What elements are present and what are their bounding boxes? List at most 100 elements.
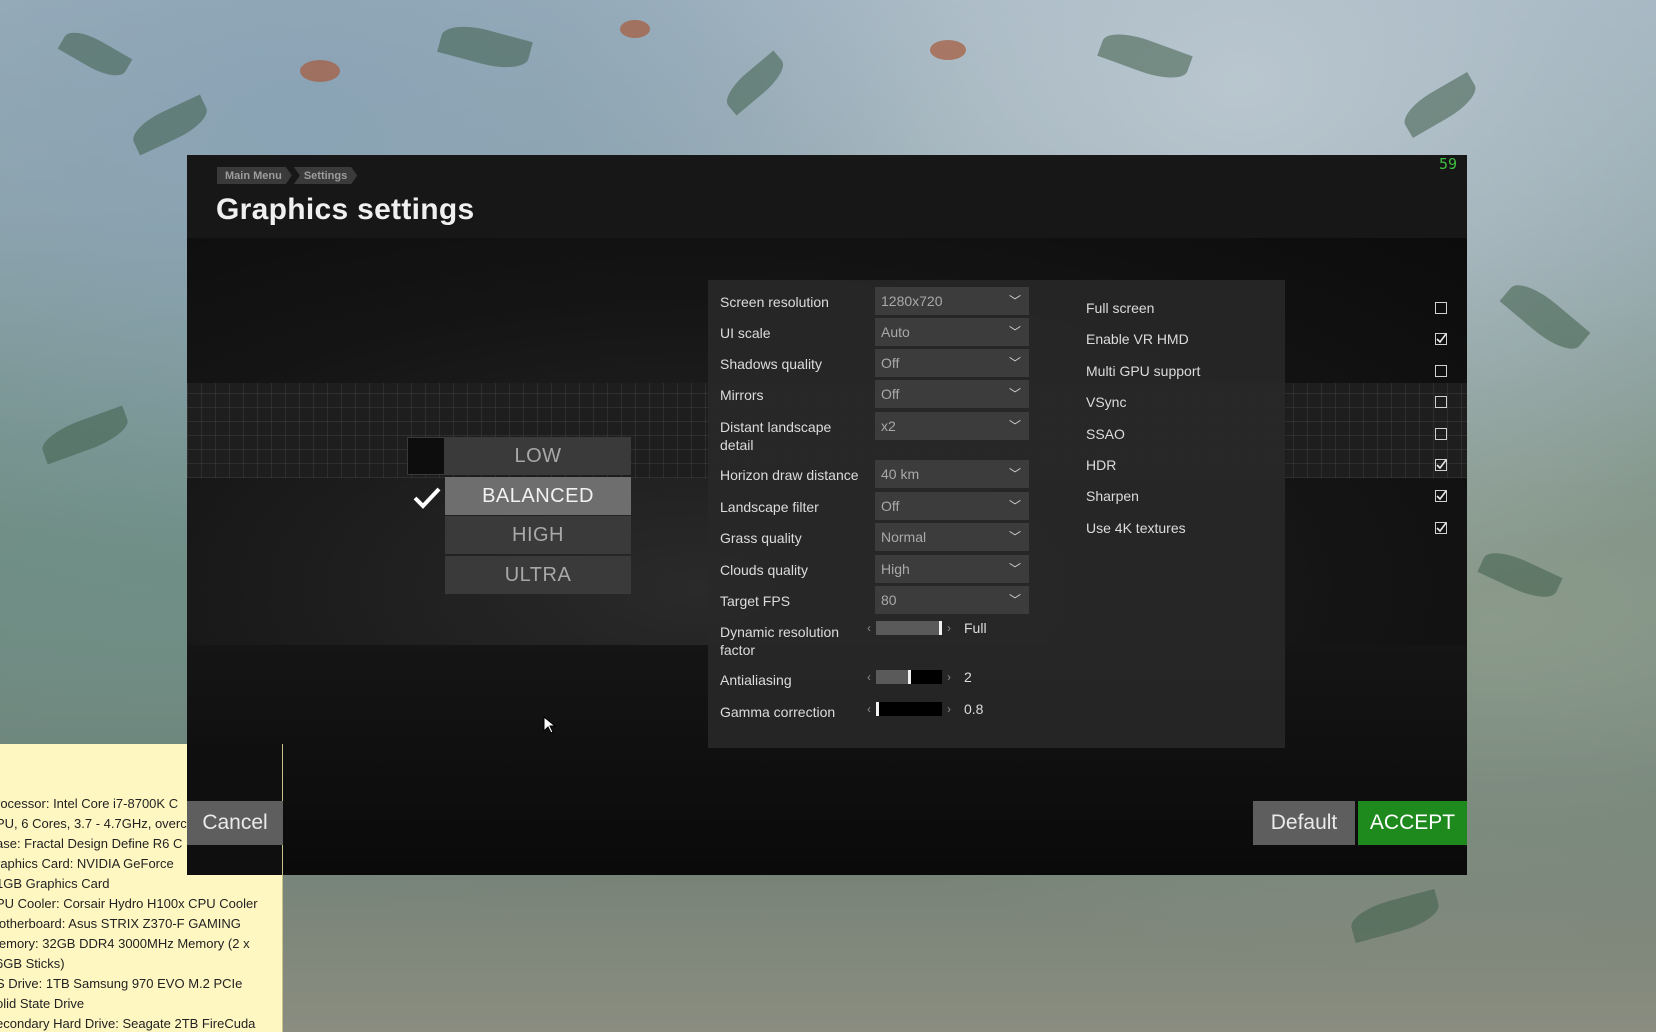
ssao-checkbox[interactable] — [1435, 428, 1447, 440]
ui-scale-dropdown[interactable]: Auto ﹀ — [875, 318, 1029, 346]
settings-panel: Screen resolution 1280x720 ﹀ UI scale Aut… — [708, 280, 1447, 748]
sharpen-checkbox[interactable] — [1435, 490, 1447, 502]
dropdown-value: 40 km — [881, 466, 920, 482]
slider-thumb[interactable] — [876, 702, 879, 716]
enable-vr-hmd-label: Enable VR HMD — [1086, 331, 1189, 347]
antialiasing-value: 2 — [964, 669, 972, 685]
slider-thumb[interactable] — [939, 621, 942, 635]
specs-line: lotherboard: Asus STRIX Z370-F GAMING — [0, 916, 241, 931]
checkmark-icon — [1436, 490, 1447, 501]
specs-line: 6GB Sticks) — [0, 956, 65, 971]
gamma-correction-slider[interactable]: ‹ › — [864, 698, 954, 720]
hdr-label: HDR — [1086, 457, 1117, 473]
checkmark-icon — [1436, 522, 1447, 533]
gamma-correction-value: 0.8 — [964, 701, 984, 717]
shadows-quality-dropdown[interactable]: Off ﹀ — [875, 349, 1029, 377]
dropdown-value: x2 — [881, 418, 896, 434]
antialiasing-label: Antialiasing — [720, 672, 792, 688]
full-screen-checkbox[interactable] — [1435, 302, 1447, 314]
breadcrumb: Main Menu Settings — [217, 167, 359, 184]
horizon-draw-distance-label: Horizon draw distance — [720, 467, 859, 483]
preset-ultra-button[interactable]: ULTRA — [445, 556, 631, 594]
hdr-checkbox[interactable] — [1435, 459, 1447, 471]
dynamic-resolution-factor-value: Full — [964, 620, 987, 636]
multi-gpu-support-checkbox[interactable] — [1435, 365, 1447, 377]
breadcrumb-main-menu[interactable]: Main Menu — [217, 167, 292, 184]
shadows-quality-label: Shadows quality — [720, 356, 822, 372]
chevron-down-icon: ﹀ — [1008, 387, 1021, 401]
slider-thumb[interactable] — [908, 670, 911, 684]
specs-line: econdary Hard Drive: Seagate 2TB FireCud… — [0, 1016, 256, 1031]
sharpen-label: Sharpen — [1086, 488, 1139, 504]
specs-line: PU Cooler: Corsair Hydro H100x CPU Coole… — [0, 896, 258, 911]
specs-line: S Drive: 1TB Samsung 970 EVO M.2 PCIe — [0, 976, 243, 991]
accept-button[interactable]: ACCEPT — [1358, 801, 1467, 845]
vsync-label: VSync — [1086, 394, 1127, 410]
chevron-down-icon: ﹀ — [1008, 356, 1021, 370]
breadcrumb-settings[interactable]: Settings — [294, 167, 357, 184]
dropdown-value: 80 — [881, 592, 897, 608]
target-fps-dropdown[interactable]: 80 ﹀ — [875, 586, 1029, 614]
chevron-down-icon: ﹀ — [1008, 294, 1021, 308]
checkmark-icon — [1436, 459, 1447, 470]
dynamic-resolution-factor-label: Dynamic resolution factor — [720, 624, 840, 658]
default-button[interactable]: Default — [1253, 801, 1355, 845]
use-4k-textures-checkbox[interactable] — [1435, 522, 1447, 534]
slider-track[interactable] — [876, 702, 942, 716]
landscape-filter-label: Landscape filter — [720, 499, 819, 515]
slider-track[interactable] — [876, 670, 942, 684]
gamma-correction-label: Gamma correction — [720, 704, 836, 720]
chevron-left-icon[interactable]: ‹ — [864, 702, 874, 716]
use-4k-textures-label: Use 4K textures — [1086, 520, 1186, 536]
full-screen-label: Full screen — [1086, 300, 1155, 316]
preset-check-cell — [407, 437, 445, 475]
mirrors-label: Mirrors — [720, 387, 764, 403]
clouds-quality-label: Clouds quality — [720, 562, 808, 578]
preset-balanced-button[interactable]: BALANCED — [445, 477, 631, 515]
preset-high-button[interactable]: HIGH — [445, 516, 631, 554]
chevron-right-icon[interactable]: › — [944, 702, 954, 716]
chevron-down-icon: ﹀ — [1008, 530, 1021, 544]
graphics-settings-dialog: Main Menu Settings Graphics settings 59 … — [187, 155, 1467, 875]
dropdown-value: Auto — [881, 324, 910, 340]
fps-counter: 59 — [1438, 155, 1457, 173]
mouse-cursor-icon — [543, 716, 557, 734]
target-fps-label: Target FPS — [720, 593, 791, 609]
distant-landscape-detail-dropdown[interactable]: x2 ﹀ — [875, 412, 1029, 440]
cancel-button[interactable]: Cancel — [187, 801, 283, 845]
chevron-right-icon[interactable]: › — [944, 621, 954, 635]
grass-quality-dropdown[interactable]: Normal ﹀ — [875, 523, 1029, 551]
slider-track[interactable] — [876, 621, 942, 635]
screen-resolution-label: Screen resolution — [720, 294, 829, 310]
distant-landscape-detail-label: Distant landscape detail — [720, 419, 832, 453]
screen-resolution-dropdown[interactable]: 1280x720 ﹀ — [875, 287, 1029, 315]
chevron-left-icon[interactable]: ‹ — [864, 670, 874, 684]
grass-quality-label: Grass quality — [720, 530, 802, 546]
vsync-checkbox[interactable] — [1435, 396, 1447, 408]
chevron-down-icon: ﹀ — [1008, 593, 1021, 607]
horizon-draw-distance-dropdown[interactable]: 40 km ﹀ — [875, 460, 1029, 488]
page-title: Graphics settings — [216, 193, 475, 226]
mirrors-dropdown[interactable]: Off ﹀ — [875, 380, 1029, 408]
dropdown-value: Normal — [881, 529, 927, 545]
chevron-down-icon: ﹀ — [1008, 562, 1021, 576]
landscape-filter-dropdown[interactable]: Off ﹀ — [875, 492, 1029, 520]
dropdown-value: High — [881, 561, 910, 577]
chevron-down-icon: ﹀ — [1008, 467, 1021, 481]
dynamic-resolution-factor-slider[interactable]: ‹ › — [864, 617, 954, 639]
dropdown-value: Off — [881, 498, 900, 514]
dropdown-value: Off — [881, 386, 900, 402]
dropdown-value: Off — [881, 355, 900, 371]
ui-scale-label: UI scale — [720, 325, 771, 341]
clouds-quality-dropdown[interactable]: High ﹀ — [875, 555, 1029, 583]
chevron-left-icon[interactable]: ‹ — [864, 621, 874, 635]
preset-low-button[interactable]: LOW — [445, 437, 631, 475]
antialiasing-slider[interactable]: ‹ › — [864, 666, 954, 688]
enable-vr-hmd-checkbox[interactable] — [1435, 333, 1447, 345]
checkmark-icon — [413, 487, 441, 509]
chevron-down-icon: ﹀ — [1008, 325, 1021, 339]
chevron-right-icon[interactable]: › — [944, 670, 954, 684]
checkmark-icon — [1436, 333, 1447, 344]
multi-gpu-support-label: Multi GPU support — [1086, 363, 1201, 379]
specs-line: lemory: 32GB DDR4 3000MHz Memory (2 x — [0, 936, 250, 951]
